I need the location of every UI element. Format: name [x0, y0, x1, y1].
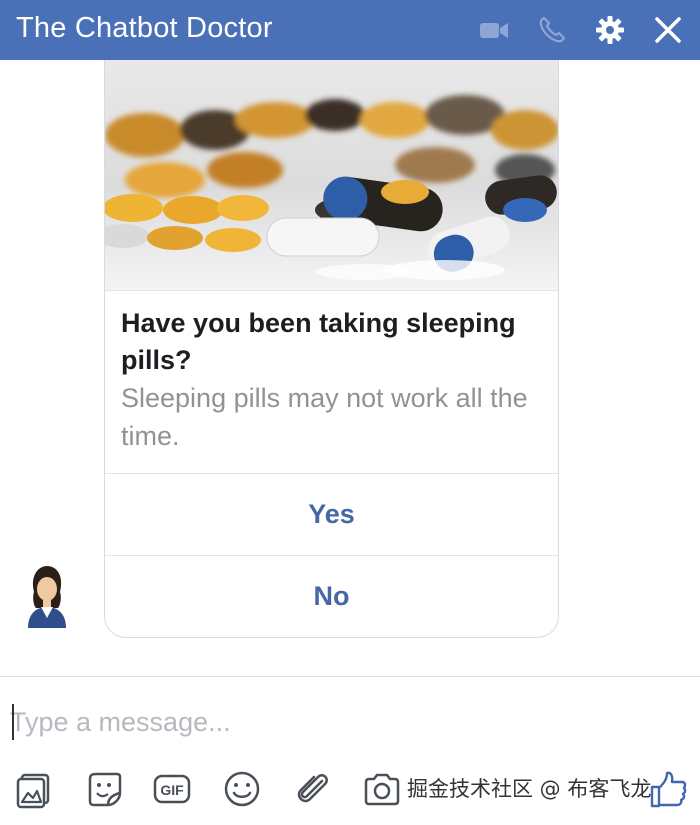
no-button[interactable]: No: [105, 555, 558, 637]
photo-icon[interactable]: [14, 769, 54, 809]
bot-avatar: [28, 566, 66, 628]
thumbs-up-icon[interactable]: [648, 769, 688, 809]
yes-button[interactable]: Yes: [105, 473, 558, 555]
sticker-icon[interactable]: [84, 769, 124, 809]
gif-label: GIF: [160, 782, 184, 798]
video-call-icon[interactable]: [478, 14, 510, 46]
composer: GIF 掘金技术社区 @ 布客飞龙: [0, 676, 700, 825]
close-icon[interactable]: [652, 14, 684, 46]
card-content: Have you been taking sleeping pills? Sle…: [105, 290, 558, 473]
gear-icon[interactable]: [594, 14, 626, 46]
card-subtitle: Sleeping pills may not work all the time…: [121, 383, 528, 451]
gif-icon[interactable]: GIF: [152, 769, 192, 809]
sleeping-pills-image: [105, 60, 558, 290]
emoji-icon[interactable]: [222, 769, 262, 809]
message-list: Have you been taking sleeping pills? Sle…: [0, 60, 700, 676]
message-card: Have you been taking sleeping pills? Sle…: [104, 60, 559, 638]
message-input[interactable]: [10, 701, 670, 743]
chat-header: The Chatbot Doctor: [0, 0, 700, 60]
phone-icon[interactable]: [536, 14, 568, 46]
camera-icon[interactable]: [362, 769, 402, 809]
chat-title: The Chatbot Doctor: [16, 12, 273, 44]
card-title: Have you been taking sleeping pills?: [121, 308, 516, 375]
text-caret: [12, 704, 14, 740]
attachment-icon[interactable]: [292, 769, 332, 809]
watermark: 掘金技术社区 @ 布客飞龙: [407, 777, 652, 801]
